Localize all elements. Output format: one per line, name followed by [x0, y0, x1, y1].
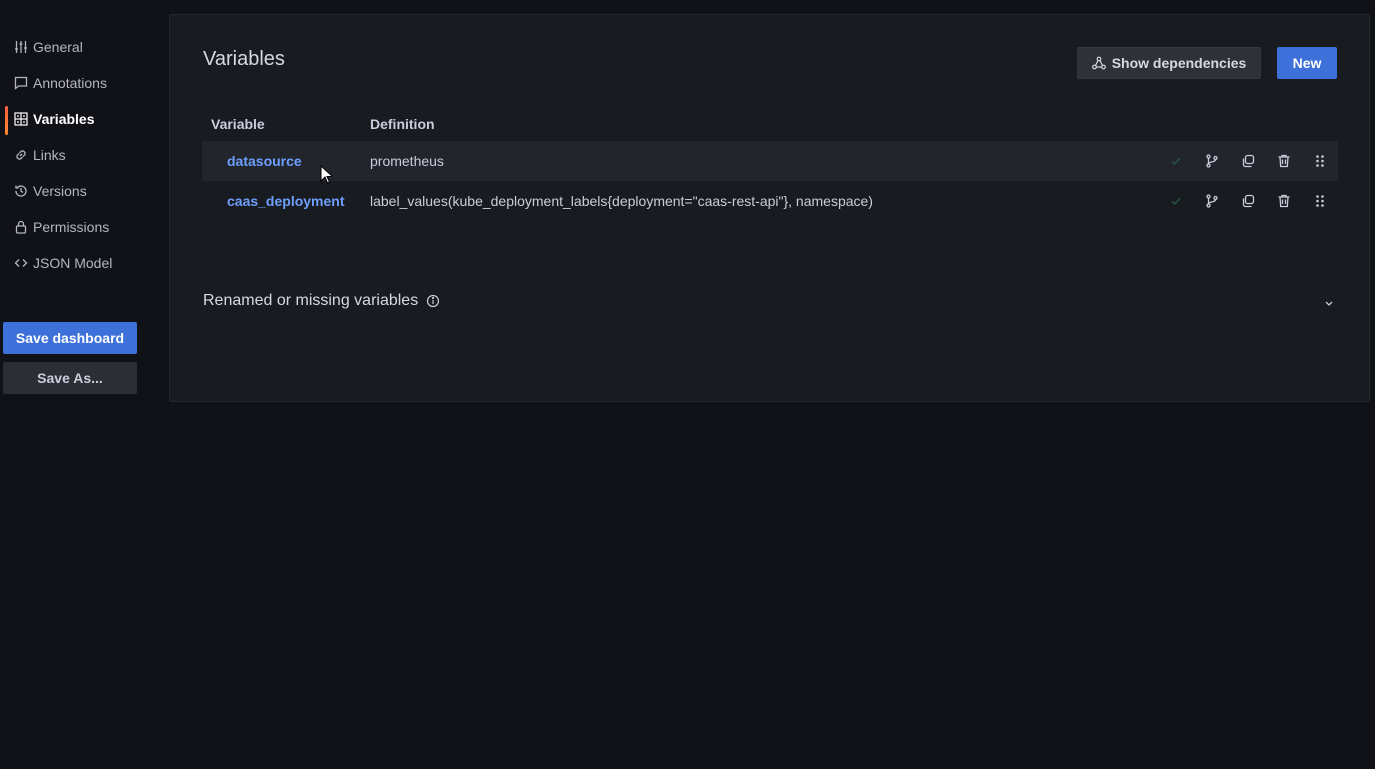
- link-icon: [14, 148, 28, 162]
- show-dependencies-button[interactable]: Show dependencies: [1077, 47, 1261, 79]
- comment-icon: [14, 76, 28, 90]
- sidebar-item-label: Annotations: [33, 75, 107, 91]
- dependencies-icon: [1091, 56, 1106, 70]
- sidebar-item-links[interactable]: Links: [0, 137, 145, 173]
- new-variable-button[interactable]: New: [1277, 47, 1337, 79]
- variable-name-link[interactable]: datasource: [202, 153, 370, 169]
- sidebar-item-variables[interactable]: Variables: [0, 101, 145, 137]
- check-icon: [1158, 181, 1194, 221]
- branch-icon[interactable]: [1194, 181, 1230, 221]
- sidebar-item-label: Versions: [33, 183, 87, 199]
- table-header: Variable Definition: [202, 107, 1338, 141]
- history-icon: [14, 184, 28, 198]
- sidebar-item-label: Links: [33, 147, 66, 163]
- drag-handle-icon[interactable]: [1302, 181, 1338, 221]
- page-title: Variables: [203, 48, 285, 70]
- sidebar-item-json-model[interactable]: JSON Model: [0, 245, 145, 281]
- info-icon[interactable]: [426, 294, 440, 308]
- variable-name-link[interactable]: caas_deployment: [202, 193, 370, 209]
- check-icon: [1158, 141, 1194, 181]
- sidebar-item-permissions[interactable]: Permissions: [0, 209, 145, 245]
- branch-icon[interactable]: [1194, 141, 1230, 181]
- sidebar-item-versions[interactable]: Versions: [0, 173, 145, 209]
- sidebar-item-label: Permissions: [33, 219, 110, 235]
- sidebar-item-label: JSON Model: [33, 255, 113, 271]
- table-row[interactable]: datasource prometheus: [202, 141, 1338, 181]
- save-dashboard-button[interactable]: Save dashboard: [3, 322, 137, 354]
- chevron-down-icon[interactable]: [1322, 296, 1336, 310]
- column-header-definition: Definition: [370, 116, 435, 132]
- sidebar-item-label: Variables: [33, 111, 95, 127]
- variables-panel: Variables Show dependencies New Variable…: [169, 14, 1370, 402]
- mouse-cursor-icon: [320, 165, 332, 184]
- row-actions: [1158, 141, 1338, 181]
- column-header-variable: Variable: [211, 116, 265, 132]
- settings-sidebar: General Annotations Variables Links Vers…: [0, 29, 145, 281]
- lock-icon: [14, 220, 28, 234]
- row-actions: [1158, 181, 1338, 221]
- variables-icon: [14, 112, 28, 126]
- renamed-variables-toggle[interactable]: Renamed or missing variables: [203, 292, 440, 310]
- sidebar-item-label: General: [33, 39, 83, 55]
- drag-handle-icon[interactable]: [1302, 141, 1338, 181]
- code-icon: [14, 256, 28, 270]
- sidebar-item-general[interactable]: General: [0, 29, 145, 65]
- duplicate-icon[interactable]: [1230, 181, 1266, 221]
- show-dependencies-label: Show dependencies: [1111, 55, 1247, 71]
- renamed-variables-label: Renamed or missing variables: [203, 292, 419, 309]
- sliders-icon: [14, 40, 28, 54]
- trash-icon[interactable]: [1266, 181, 1302, 221]
- trash-icon[interactable]: [1266, 141, 1302, 181]
- variables-table: Variable Definition datasource prometheu…: [202, 107, 1338, 221]
- duplicate-icon[interactable]: [1230, 141, 1266, 181]
- table-row[interactable]: caas_deployment label_values(kube_deploy…: [202, 181, 1338, 221]
- sidebar-item-annotations[interactable]: Annotations: [0, 65, 145, 101]
- save-as-button[interactable]: Save As...: [3, 362, 137, 394]
